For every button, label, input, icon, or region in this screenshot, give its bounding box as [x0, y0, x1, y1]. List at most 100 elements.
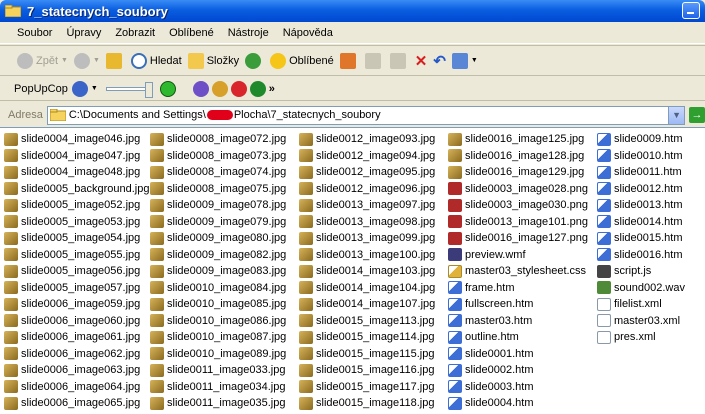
checkmark-icon[interactable]: [249, 80, 266, 97]
file-item[interactable]: sound002.wav: [597, 280, 685, 297]
users-icon[interactable]: [211, 80, 228, 97]
views-button[interactable]: ▼: [451, 52, 478, 69]
settings-icon[interactable]: [192, 80, 209, 97]
menu-nastroje[interactable]: Nástroje: [221, 27, 276, 39]
file-item[interactable]: frame.htm: [448, 280, 588, 297]
file-item[interactable]: slide0012_image094.jpg: [299, 148, 435, 165]
file-item[interactable]: slide0015_image113.jpg: [299, 313, 435, 330]
menu-napoveda[interactable]: Nápověda: [276, 27, 340, 39]
folders-button[interactable]: Složky: [187, 52, 239, 69]
file-item[interactable]: slide0006_image064.jpg: [4, 379, 149, 396]
file-item[interactable]: slide0015_image118.jpg: [299, 395, 435, 412]
file-item[interactable]: slide0014_image107.jpg: [299, 296, 435, 313]
minimize-button[interactable]: [682, 2, 700, 19]
file-item[interactable]: slide0005_image054.jpg: [4, 230, 149, 247]
file-item[interactable]: slide0004_image047.jpg: [4, 148, 149, 165]
file-item[interactable]: slide0009_image079.jpg: [150, 214, 286, 231]
file-item[interactable]: pres.xml: [597, 329, 685, 346]
file-item[interactable]: slide0010.htm: [597, 148, 685, 165]
file-item[interactable]: slide0010_image085.jpg: [150, 296, 286, 313]
up-folder-button[interactable]: [105, 52, 125, 69]
green-circle-icon[interactable]: [159, 80, 176, 97]
file-item[interactable]: slide0016_image128.jpg: [448, 148, 588, 165]
chevron-down-icon[interactable]: ▼: [91, 85, 98, 92]
file-item[interactable]: script.js: [597, 263, 685, 280]
file-item[interactable]: slide0016_image127.png: [448, 230, 588, 247]
address-input[interactable]: C:\Documents and Settings\ Plocha\7_stat…: [46, 105, 686, 125]
copy-to-button[interactable]: [389, 52, 409, 69]
file-item[interactable]: slide0005_image056.jpg: [4, 263, 149, 280]
delete-button[interactable]: ✕: [415, 52, 428, 70]
file-item[interactable]: slide0012_image095.jpg: [299, 164, 435, 181]
file-item[interactable]: slide0014.htm: [597, 214, 685, 231]
file-item[interactable]: slide0014_image103.jpg: [299, 263, 435, 280]
file-item[interactable]: slide0011.htm: [597, 164, 685, 181]
file-item[interactable]: slide0009_image078.jpg: [150, 197, 286, 214]
file-item[interactable]: slide0010_image087.jpg: [150, 329, 286, 346]
address-dropdown-button[interactable]: ▼: [668, 106, 685, 124]
file-item[interactable]: preview.wmf: [448, 247, 588, 264]
file-item[interactable]: slide0016_image125.jpg: [448, 131, 588, 148]
file-item[interactable]: slide0006_image063.jpg: [4, 362, 149, 379]
menu-zobrazit[interactable]: Zobrazit: [108, 27, 162, 39]
file-item[interactable]: slide0004_image046.jpg: [4, 131, 149, 148]
file-item[interactable]: slide0013_image098.jpg: [299, 214, 435, 231]
menu-upravy[interactable]: Úpravy: [59, 27, 108, 39]
file-item[interactable]: slide0011_image033.jpg: [150, 362, 286, 379]
file-item[interactable]: slide0015_image114.jpg: [299, 329, 435, 346]
file-item[interactable]: slide0011_image035.jpg: [150, 395, 286, 412]
file-item[interactable]: slide0010_image086.jpg: [150, 313, 286, 330]
home-button[interactable]: [339, 52, 359, 69]
menu-oblibene[interactable]: Oblíbené: [162, 27, 221, 39]
back-button[interactable]: Zpět ▼: [17, 52, 68, 69]
file-item[interactable]: slide0006_image061.jpg: [4, 329, 149, 346]
file-item[interactable]: slide0013_image099.jpg: [299, 230, 435, 247]
go-button[interactable]: →: [689, 107, 705, 123]
file-item[interactable]: slide0013_image100.jpg: [299, 247, 435, 264]
file-item[interactable]: slide0012.htm: [597, 181, 685, 198]
file-item[interactable]: slide0010_image089.jpg: [150, 346, 286, 363]
file-item[interactable]: slide0003.htm: [448, 379, 588, 396]
file-item[interactable]: slide0016_image129.jpg: [448, 164, 588, 181]
file-item[interactable]: slide0013_image097.jpg: [299, 197, 435, 214]
file-item[interactable]: slide0003_image030.png: [448, 197, 588, 214]
heart-icon[interactable]: [230, 80, 247, 97]
file-item[interactable]: slide0005_image057.jpg: [4, 280, 149, 297]
file-item[interactable]: slide0004_image048.jpg: [4, 164, 149, 181]
file-item[interactable]: slide0015_image115.jpg: [299, 346, 435, 363]
file-item[interactable]: slide0015_image116.jpg: [299, 362, 435, 379]
file-item[interactable]: slide0011_image034.jpg: [150, 379, 286, 396]
file-item[interactable]: slide0009_image082.jpg: [150, 247, 286, 264]
file-item[interactable]: master03.xml: [597, 313, 685, 330]
file-item[interactable]: slide0006_image060.jpg: [4, 313, 149, 330]
file-item[interactable]: slide0006_image059.jpg: [4, 296, 149, 313]
file-item[interactable]: slide0001.htm: [448, 346, 588, 363]
undo-button[interactable]: ↶: [433, 52, 446, 70]
file-item[interactable]: slide0010_image084.jpg: [150, 280, 286, 297]
file-item[interactable]: slide0005_image055.jpg: [4, 247, 149, 264]
file-item[interactable]: slide0005_image052.jpg: [4, 197, 149, 214]
file-item[interactable]: slide0005_image053.jpg: [4, 214, 149, 231]
file-item[interactable]: slide0015.htm: [597, 230, 685, 247]
file-item[interactable]: slide0009_image080.jpg: [150, 230, 286, 247]
file-item[interactable]: fullscreen.htm: [448, 296, 588, 313]
file-item[interactable]: outline.htm: [448, 329, 588, 346]
file-item[interactable]: slide0009_image083.jpg: [150, 263, 286, 280]
popupcop-icon[interactable]: [71, 80, 88, 97]
file-item[interactable]: slide0012_image093.jpg: [299, 131, 435, 148]
file-item[interactable]: slide0015_image117.jpg: [299, 379, 435, 396]
file-item[interactable]: slide0005_background.jpg: [4, 181, 149, 198]
file-item[interactable]: slide0008_image072.jpg: [150, 131, 286, 148]
file-item[interactable]: filelist.xml: [597, 296, 685, 313]
file-item[interactable]: slide0006_image062.jpg: [4, 346, 149, 363]
history-button[interactable]: [245, 52, 264, 69]
popup-level-slider[interactable]: [105, 81, 153, 98]
more-chevron-icon[interactable]: »: [269, 83, 275, 95]
file-item[interactable]: slide0002.htm: [448, 362, 588, 379]
favorites-button[interactable]: Oblíbené: [270, 52, 334, 69]
file-item[interactable]: slide0013_image101.png: [448, 214, 588, 231]
forward-button[interactable]: ▼: [73, 52, 100, 69]
file-item[interactable]: slide0006_image065.jpg: [4, 395, 149, 412]
file-item[interactable]: master03.htm: [448, 313, 588, 330]
file-item[interactable]: slide0003_image028.png: [448, 181, 588, 198]
